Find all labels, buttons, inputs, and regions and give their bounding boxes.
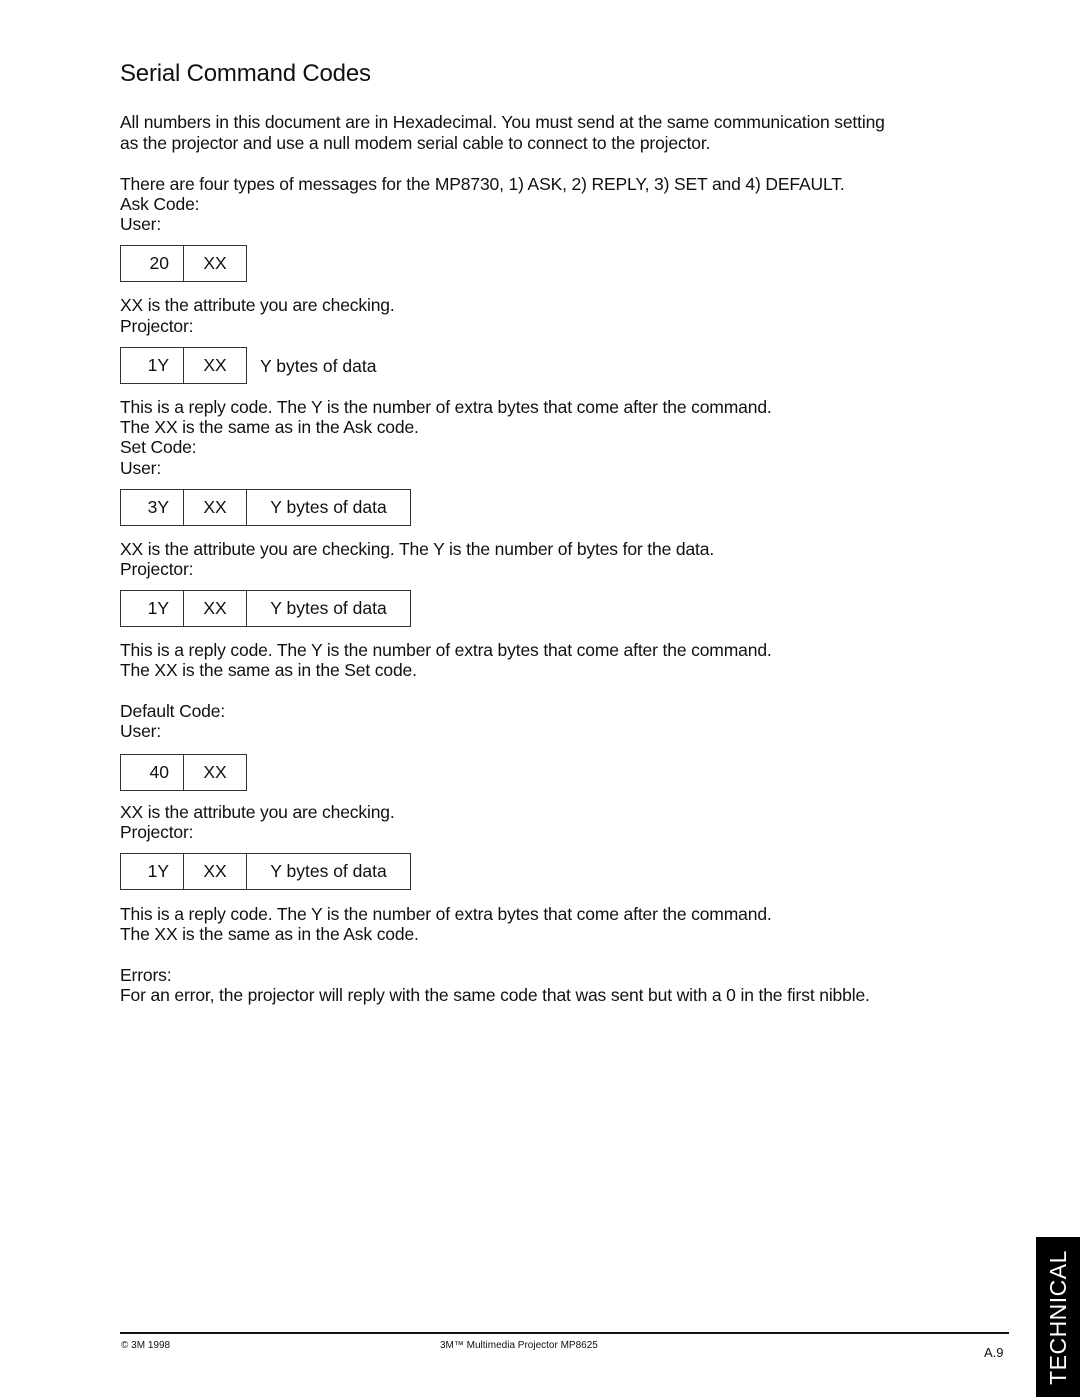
set-reply-note-2: The XX is the same as in the Set code. xyxy=(120,660,417,680)
ask-projector-code-box: 1Y XX xyxy=(120,347,247,384)
footer-copyright: © 3M 1998 xyxy=(121,1340,171,1351)
set-user-note: XX is the attribute you are checking. Th… xyxy=(120,539,715,559)
default-reply-note-1: This is a reply code. The Y is the numbe… xyxy=(120,904,772,924)
footer-product-name: 3M™ Multimedia Projector MP8625 xyxy=(440,1340,598,1351)
code-cell-attribute: XX xyxy=(184,854,247,889)
code-cell-command: 40 xyxy=(121,755,184,790)
section-tab-label: TECHNICAL xyxy=(1044,1249,1071,1385)
code-cell-command: 1Y xyxy=(121,591,184,626)
code-cell-attribute: XX xyxy=(184,348,247,383)
intro-line-1: All numbers in this document are in Hexa… xyxy=(120,112,885,132)
default-user-label: User: xyxy=(120,721,162,741)
code-cell-command: 3Y xyxy=(121,490,184,525)
code-cell-command: 1Y xyxy=(121,854,184,889)
code-cell-data: Y bytes of data xyxy=(247,490,411,525)
ask-code-heading: Ask Code: xyxy=(120,194,200,214)
set-reply-note-1: This is a reply code. The Y is the numbe… xyxy=(120,640,772,660)
message-types-line: There are four types of messages for the… xyxy=(120,174,845,194)
set-projector-label: Projector: xyxy=(120,559,194,579)
default-user-note: XX is the attribute you are checking. xyxy=(120,802,395,822)
code-cell-attribute: XX xyxy=(184,591,247,626)
code-cell-attribute: XX xyxy=(184,755,247,790)
ask-projector-trailing-label: Y bytes of data xyxy=(260,356,377,376)
code-cell-command: 20 xyxy=(121,246,184,281)
ask-reply-note-2: The XX is the same as in the Ask code. xyxy=(120,417,419,437)
code-cell-command: 1Y xyxy=(121,348,184,383)
set-user-code-box: 3Y XX Y bytes of data xyxy=(120,489,411,526)
code-cell-data: Y bytes of data xyxy=(247,854,411,889)
intro-line-2: as the projector and use a null modem se… xyxy=(120,133,711,153)
set-projector-code-box: 1Y XX Y bytes of data xyxy=(120,590,411,627)
code-cell-attribute: XX xyxy=(184,246,247,281)
section-tab-technical: TECHNICAL xyxy=(1036,1237,1080,1397)
ask-user-label: User: xyxy=(120,214,162,234)
default-reply-note-2: The XX is the same as in the Ask code. xyxy=(120,924,419,944)
code-cell-data: Y bytes of data xyxy=(247,591,411,626)
ask-reply-note-1: This is a reply code. The Y is the numbe… xyxy=(120,397,772,417)
default-user-code-box: 40 XX xyxy=(120,754,247,791)
ask-user-note: XX is the attribute you are checking. xyxy=(120,295,395,315)
default-projector-code-box: 1Y XX Y bytes of data xyxy=(120,853,411,890)
ask-user-code-box: 20 XX xyxy=(120,245,247,282)
footer-rule xyxy=(120,1332,1009,1334)
default-code-heading: Default Code: xyxy=(120,701,226,721)
set-code-heading: Set Code: xyxy=(120,437,197,457)
errors-heading: Errors: xyxy=(120,965,172,985)
set-user-label: User: xyxy=(120,458,162,478)
default-projector-label: Projector: xyxy=(120,822,194,842)
page-number: A.9 xyxy=(984,1345,1004,1360)
page-title: Serial Command Codes xyxy=(120,60,371,87)
errors-text: For an error, the projector will reply w… xyxy=(120,985,870,1005)
ask-projector-label: Projector: xyxy=(120,316,194,336)
code-cell-attribute: XX xyxy=(184,490,247,525)
